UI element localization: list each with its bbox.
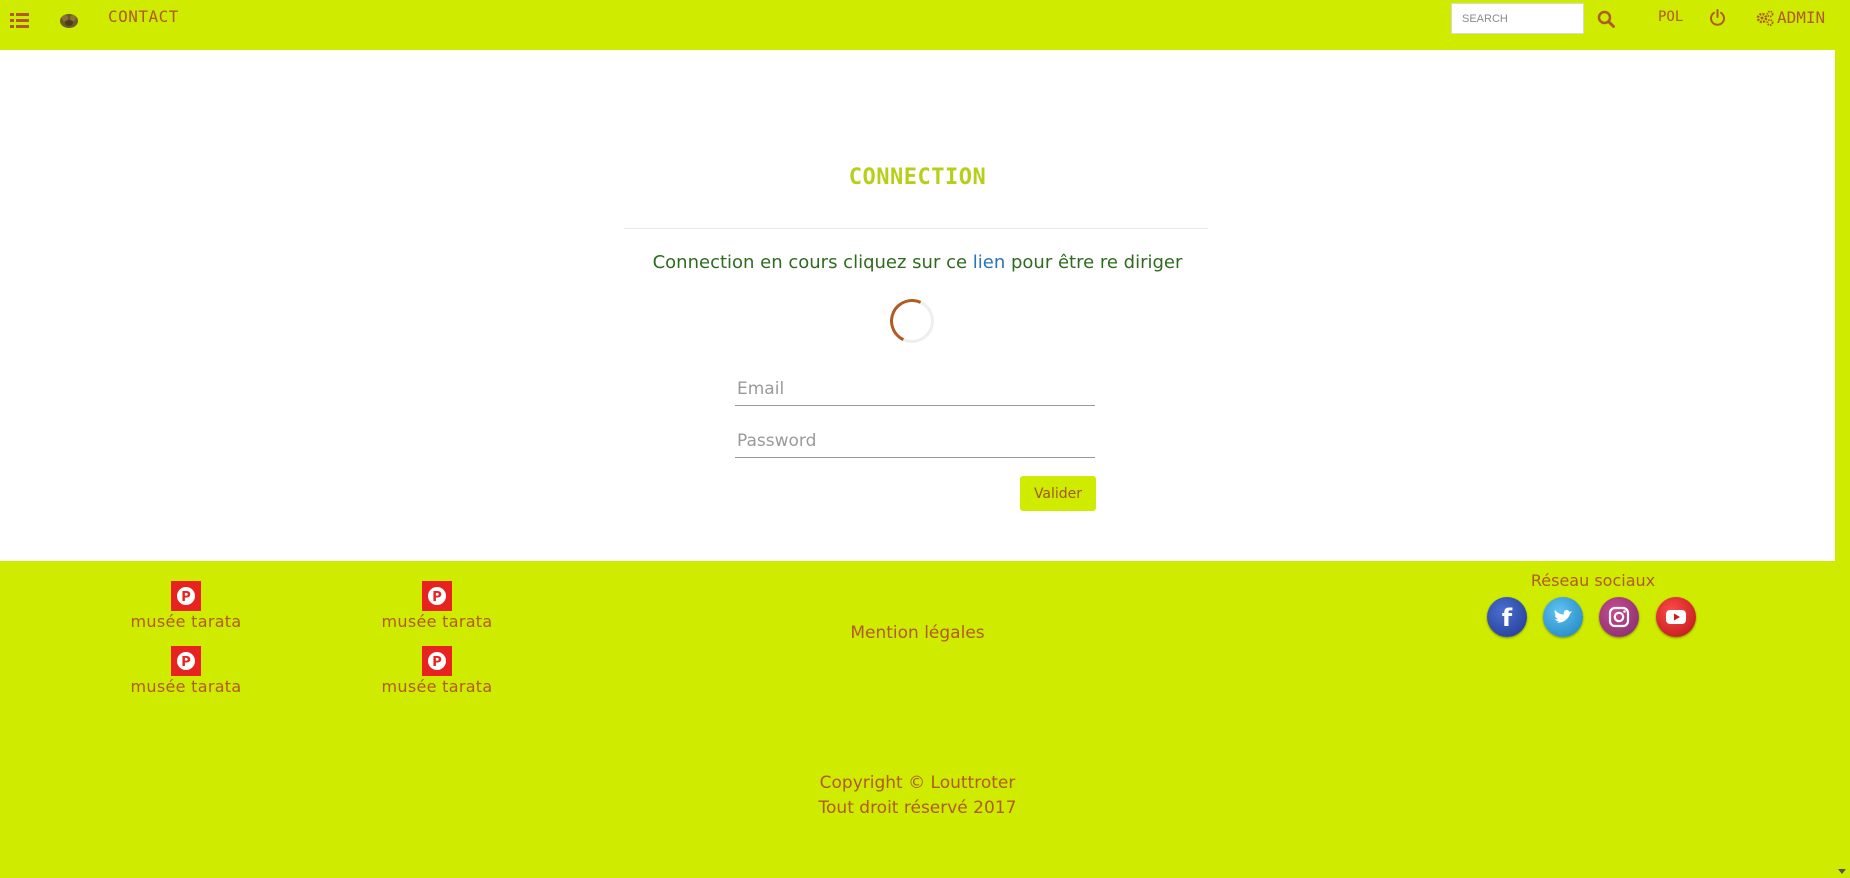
redirect-suffix: pour être re diriger (1005, 252, 1183, 273)
divider (624, 228, 1208, 229)
pinterest-icon: P (171, 646, 201, 676)
redirect-link[interactable]: lien (973, 252, 1005, 273)
pinterest-label: musée tarata (381, 677, 493, 696)
logo-icon[interactable] (58, 10, 80, 30)
pinterest-link[interactable]: P musée tarata (86, 646, 286, 696)
list-menu-icon[interactable] (10, 12, 29, 29)
submit-button[interactable]: Valider (1020, 476, 1096, 511)
contact-link[interactable]: CONTACT (108, 7, 179, 26)
power-icon[interactable] (1709, 9, 1726, 26)
redirect-message: Connection en cours cliquez sur ce lien … (0, 252, 1835, 273)
admin-link[interactable]: ADMIN (1755, 8, 1825, 27)
loading-spinner (883, 292, 941, 350)
copyright: Copyright © Louttroter Tout droit réserv… (0, 771, 1835, 821)
pinterest-label: musée tarata (130, 677, 242, 696)
cogs-icon (1756, 10, 1774, 26)
top-navbar: CONTACT POL ADMIN (0, 0, 1835, 50)
copyright-line: Copyright © Louttroter (819, 773, 1016, 793)
admin-label: ADMIN (1777, 8, 1826, 27)
svg-text:P: P (181, 590, 191, 605)
legal-notice-link[interactable]: Mention légales (850, 623, 984, 643)
youtube-icon[interactable] (1656, 597, 1696, 637)
facebook-icon[interactable]: f (1487, 597, 1527, 637)
language-link[interactable]: POL (1658, 9, 1683, 25)
instagram-icon[interactable] (1599, 597, 1639, 637)
pinterest-icon: P (422, 646, 452, 676)
social-title: Réseau sociaux (1530, 571, 1656, 590)
search-input[interactable] (1451, 3, 1584, 34)
twitter-icon[interactable] (1543, 597, 1583, 637)
page-title: CONNECTION (848, 165, 987, 190)
password-field[interactable] (735, 424, 1095, 458)
footer: P musée tarata P musée tarata P musée ta… (0, 561, 1835, 878)
svg-text:P: P (432, 590, 442, 605)
svg-text:P: P (432, 655, 442, 670)
rights-line: Tout droit réservé 2017 (818, 798, 1017, 818)
scroll-down-arrow-icon[interactable] (1838, 869, 1846, 874)
svg-text:f: f (1502, 604, 1513, 632)
search-icon[interactable] (1597, 10, 1615, 28)
pinterest-icon: P (422, 581, 452, 611)
pinterest-link[interactable]: P musée tarata (337, 646, 537, 696)
pinterest-icon: P (171, 581, 201, 611)
email-field[interactable] (735, 372, 1095, 406)
svg-text:P: P (181, 655, 191, 670)
vertical-scrollbar[interactable] (1835, 0, 1850, 878)
redirect-prefix: Connection en cours cliquez sur ce (652, 252, 973, 273)
